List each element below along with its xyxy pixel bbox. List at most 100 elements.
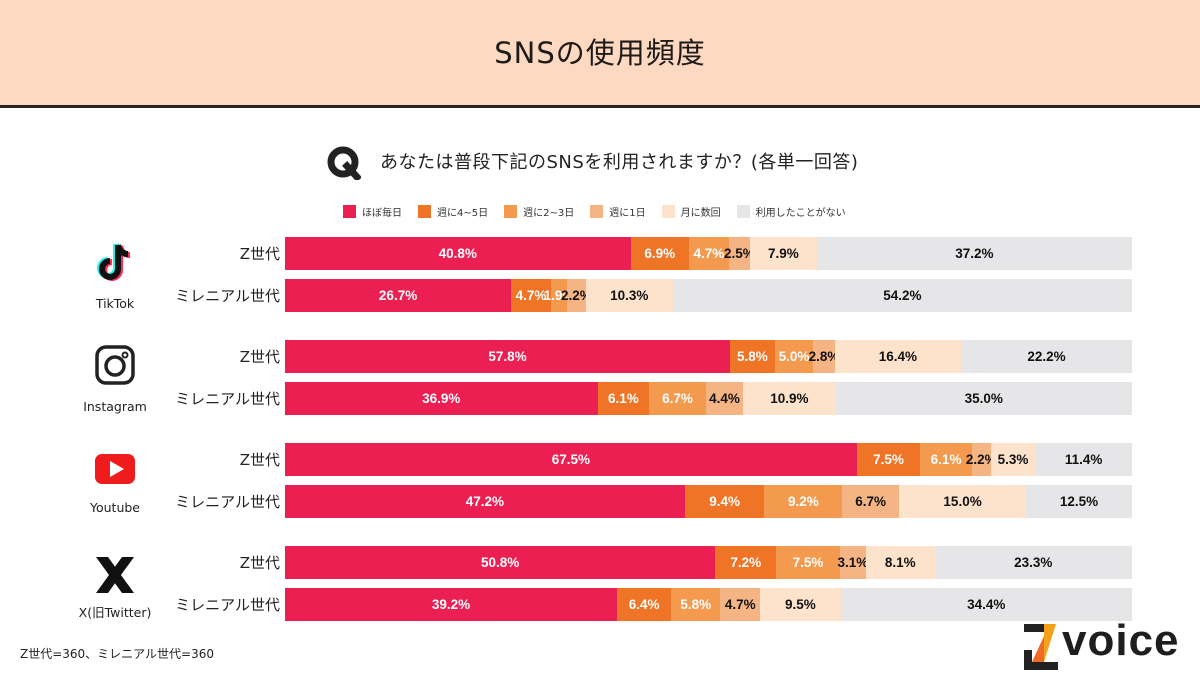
bar-segment: 9.4%	[684, 485, 765, 518]
bar-segment: 6.7%	[842, 485, 900, 518]
legend-swatch	[661, 205, 675, 218]
stacked-bar: 40.8% 6.9% 4.7% 2.5% 7.9% 37.2%	[285, 237, 1132, 270]
data-label: 6.7%	[855, 494, 887, 509]
data-label: 4.7%	[693, 246, 725, 261]
data-label: 22.2%	[1027, 349, 1066, 364]
data-label: 67.5%	[551, 452, 590, 467]
legend-label: ほぼ毎日	[362, 208, 402, 219]
row-label: ミレニアル世代	[175, 493, 280, 511]
bar-segment: 7.5%	[856, 443, 921, 476]
bar-segment: 2.2%	[561, 279, 592, 312]
legend-item: 週に4~5日	[418, 204, 488, 219]
bar-segment: 5.8%	[730, 340, 775, 373]
bar-segment: 4.4%	[705, 382, 744, 415]
row-label: ミレニアル世代	[175, 390, 280, 408]
data-label: 37.2%	[955, 246, 994, 261]
bar-segment: 16.4%	[834, 340, 962, 373]
data-label: 11.4%	[1064, 452, 1103, 467]
data-label: 54.2%	[883, 288, 922, 303]
bar-segment: 2.5%	[724, 237, 755, 270]
bar-segment: 36.9%	[285, 382, 598, 415]
bar-segment: 54.2%	[672, 279, 1132, 312]
sample-size-note: Z世代=360、ミレニアル世代=360	[20, 647, 215, 661]
legend-label: 週に4~5日	[437, 208, 489, 219]
stacked-bar: 36.9% 6.1% 6.7% 4.4% 10.9% 35.0%	[285, 382, 1132, 415]
bar-segment: 47.2%	[285, 485, 685, 518]
platform-name: TikTok	[95, 296, 135, 311]
data-label: 6.4%	[628, 597, 660, 612]
legend-label: 週に2~3日	[523, 208, 575, 219]
data-label: 8.1%	[884, 555, 916, 570]
bar-segment: 3.1%	[837, 546, 868, 579]
legend-item: 週に2~3日	[504, 204, 574, 219]
bar-segment: 8.1%	[866, 546, 935, 579]
data-label: 5.3%	[997, 452, 1029, 467]
bar-segment: 12.5%	[1026, 485, 1132, 518]
legend-label: 利用したことがない	[755, 208, 846, 219]
stacked-bar: 67.5% 7.5% 6.1% 2.2% 5.3% 11.4%	[285, 443, 1132, 476]
data-label: 7.5%	[873, 452, 904, 467]
platform-name: X(旧Twitter)	[78, 605, 152, 620]
row-label: Z世代	[239, 554, 280, 572]
legend-item: ほぼ毎日	[343, 204, 402, 219]
data-label: 9.2%	[787, 494, 819, 509]
stacked-bar: 57.8% 5.8% 5.0% 2.8% 16.4% 22.2%	[285, 340, 1132, 373]
x-icon	[93, 553, 137, 601]
data-label: 39.2%	[431, 597, 471, 612]
data-label: 7.5%	[792, 555, 824, 570]
data-label: 6.7%	[662, 391, 693, 406]
bar-segment: 67.5%	[285, 443, 857, 476]
bar-segment: 7.2%	[715, 546, 777, 579]
bar-segment: 10.3%	[585, 279, 673, 312]
bar-segment: 9.5%	[760, 588, 841, 621]
bar-segment: 6.1%	[597, 382, 650, 415]
bar-segment: 7.5%	[776, 546, 840, 579]
platform-name: Youtube	[90, 500, 140, 515]
youtube-icon	[93, 452, 137, 490]
row-label: Z世代	[239, 451, 280, 469]
data-label: 5.8%	[680, 597, 712, 612]
row-label: ミレニアル世代	[175, 287, 280, 305]
row-label: Z世代	[239, 245, 280, 263]
bar-segment: 6.1%	[920, 443, 972, 476]
stacked-bar: 50.8% 7.2% 7.5% 3.1% 8.1% 23.3%	[285, 546, 1132, 579]
bar-segment: 6.9%	[630, 237, 689, 270]
bar-segment: 40.8%	[285, 237, 631, 270]
data-label: 4.7%	[724, 597, 756, 612]
data-label: 36.9%	[422, 391, 461, 406]
data-label: 23.3%	[1014, 555, 1053, 570]
data-label: 7.9%	[768, 246, 799, 261]
bar-segment: 2.8%	[809, 340, 839, 373]
platform-name: Instagram	[83, 399, 147, 414]
data-label: 5.0%	[778, 349, 810, 364]
legend-swatch	[504, 205, 518, 218]
stacked-bar: 26.7% 4.7% 1.9% 2.2% 10.3% 54.2%	[285, 279, 1132, 312]
data-label: 16.4%	[878, 349, 918, 364]
logo-text: voice	[1062, 616, 1180, 665]
zvoice-logo: voice	[1022, 616, 1200, 672]
bar-segment: 26.7%	[285, 279, 512, 312]
data-label: 26.7%	[378, 288, 418, 303]
data-label: 35.0%	[964, 391, 1003, 406]
bar-segment: 6.7%	[649, 382, 706, 415]
legend-swatch	[736, 205, 750, 218]
bar-segment: 9.2%	[764, 485, 843, 518]
legend-swatch	[418, 205, 431, 218]
data-label: 47.2%	[465, 494, 505, 509]
q-icon	[327, 146, 361, 180]
legend-swatch	[343, 205, 356, 218]
data-label: 6.1%	[930, 452, 962, 467]
chart-legend: ほぼ毎日 週に4~5日 週に2~3日 週に1日 月に数回 利用したことがない	[343, 204, 846, 219]
bar-segment: 15.0%	[899, 485, 1027, 518]
bar-segment: 37.2%	[816, 237, 1132, 270]
instagram-icon	[93, 343, 137, 391]
data-label: 9.5%	[784, 597, 816, 612]
data-label: 4.4%	[709, 391, 740, 406]
row-label: ミレニアル世代	[175, 596, 280, 614]
data-label: 50.8%	[480, 555, 520, 570]
stacked-bar: 39.2% 6.4% 5.8% 4.7% 9.5% 34.4%	[285, 588, 1132, 621]
data-label: 34.4%	[967, 597, 1006, 612]
bar-segment: 6.4%	[617, 588, 672, 621]
data-label: 6.9%	[644, 246, 676, 261]
legend-item: 月に数回	[661, 204, 721, 219]
